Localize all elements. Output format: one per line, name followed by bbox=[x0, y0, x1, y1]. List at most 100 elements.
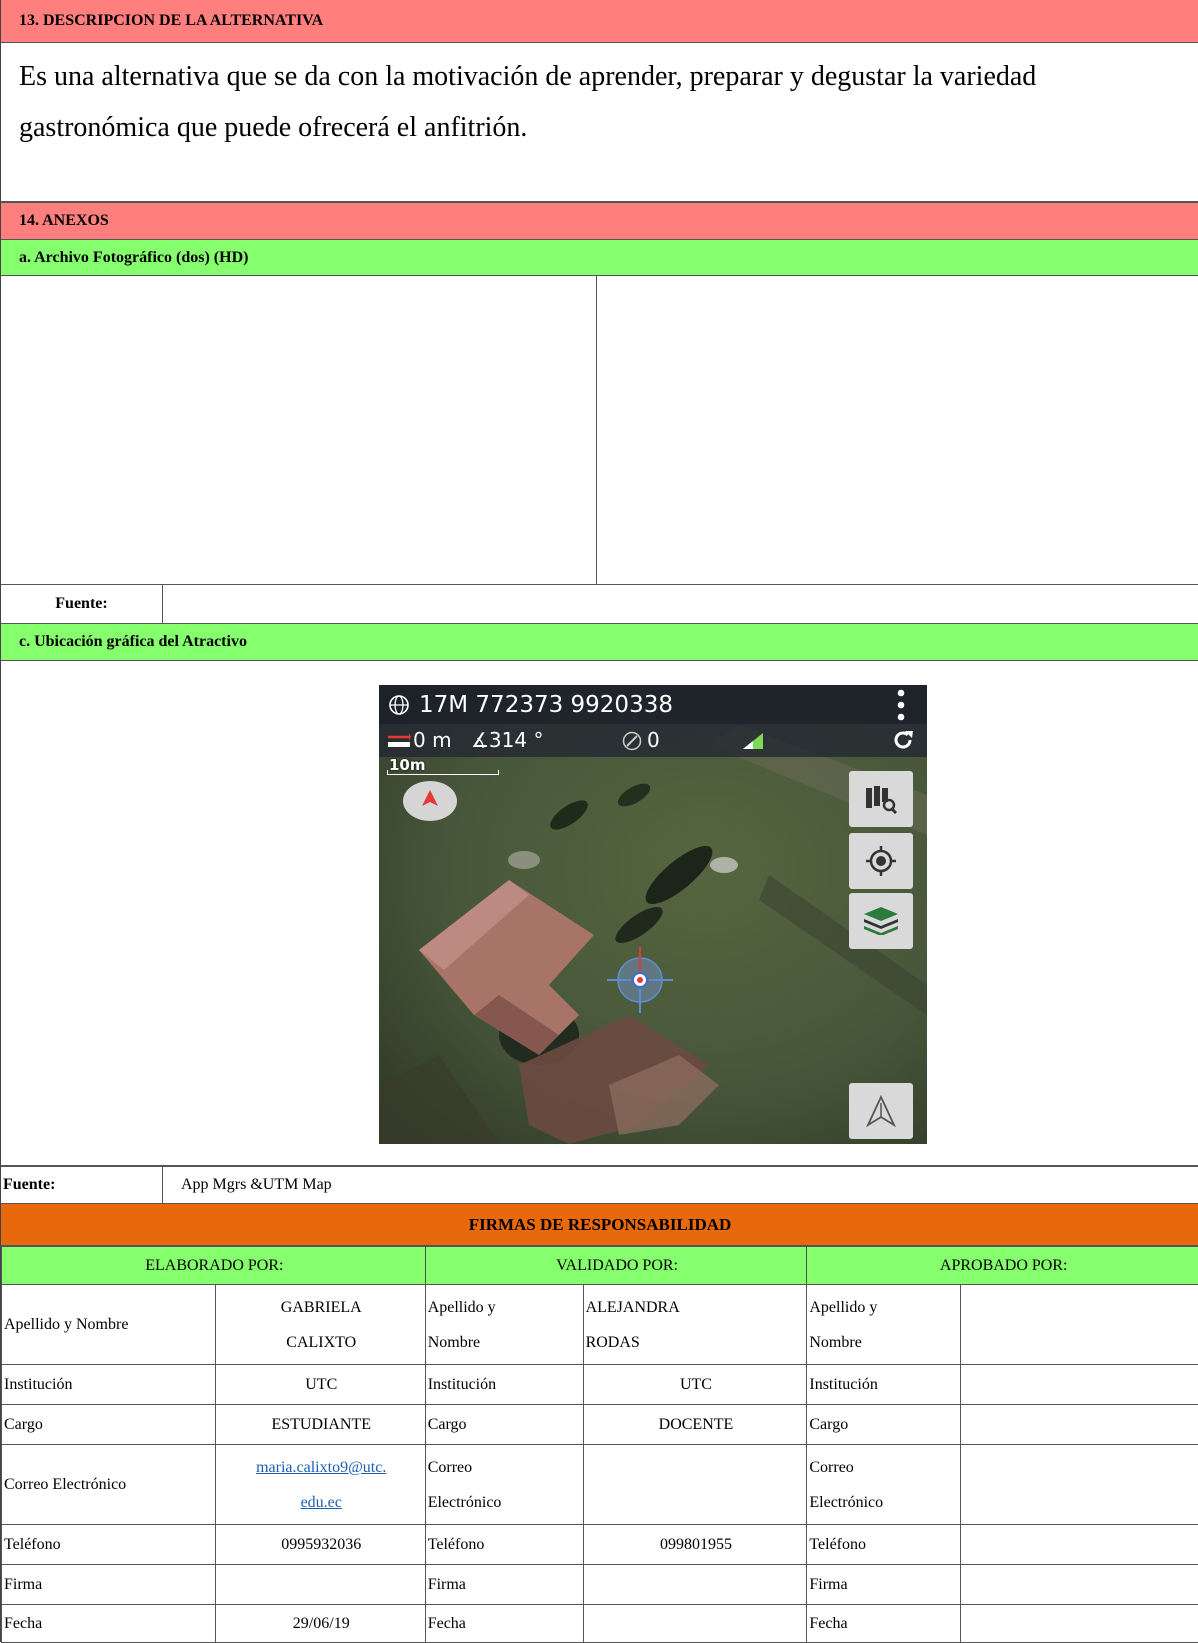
phone-label: Teléfono bbox=[807, 1525, 961, 1565]
signatures-column-headers: ELABORADO POR: VALIDADO POR: APROBADO PO… bbox=[2, 1247, 1198, 1285]
name-label: Apellido y Nombre bbox=[807, 1285, 961, 1365]
table-row: Institución UTC Institución UTC Instituc… bbox=[2, 1365, 1198, 1405]
email-label-line1: Correo bbox=[809, 1459, 853, 1476]
section-14-header: 14. ANEXOS bbox=[1, 202, 1198, 240]
elaborado-email[interactable]: maria.calixto9@utc. edu.ec bbox=[215, 1445, 425, 1525]
name-label: Apellido y Nombre bbox=[425, 1285, 583, 1365]
photo-source-row: Fuente: bbox=[1, 585, 1198, 624]
photo-archive-title: a. Archivo Fotográfico (dos) (HD) bbox=[19, 249, 248, 267]
aprobado-header: APROBADO POR: bbox=[807, 1247, 1198, 1285]
elaborado-name-line2: CALIXTO bbox=[286, 1334, 356, 1351]
email-label-line2: Electrónico bbox=[809, 1494, 883, 1511]
validado-name-line1: ALEJANDRA bbox=[586, 1299, 680, 1316]
validado-phone: 099801955 bbox=[583, 1525, 807, 1565]
layers-icon[interactable] bbox=[849, 893, 913, 949]
validado-name: ALEJANDRA RODAS bbox=[583, 1285, 807, 1365]
locate-icon[interactable] bbox=[849, 833, 913, 889]
table-row: Correo Electrónico maria.calixto9@utc. e… bbox=[2, 1445, 1198, 1525]
email-label: Correo Electrónico bbox=[425, 1445, 583, 1525]
institution-label: Institución bbox=[807, 1365, 961, 1405]
navigate-icon[interactable] bbox=[849, 1083, 913, 1139]
name-label: Apellido y Nombre bbox=[2, 1285, 216, 1365]
location-title: c. Ubicación gráfica del Atractivo bbox=[19, 633, 247, 651]
phone-label: Teléfono bbox=[2, 1525, 216, 1565]
map-scale: 10m bbox=[387, 759, 499, 775]
aprobado-date bbox=[961, 1605, 1198, 1643]
aprobado-signature bbox=[961, 1565, 1198, 1605]
table-row: Firma Firma Firma bbox=[2, 1565, 1198, 1605]
date-label: Fecha bbox=[807, 1605, 961, 1643]
location-source-row: Fuente: App Mgrs &UTM Map bbox=[1, 1166, 1198, 1204]
position-label: Cargo bbox=[425, 1405, 583, 1445]
institution-label: Institución bbox=[425, 1365, 583, 1405]
photo-slot-2 bbox=[597, 276, 1198, 584]
section-13-title: 13. DESCRIPCION DE LA ALTERNATIVA bbox=[19, 12, 323, 30]
table-row: Cargo ESTUDIANTE Cargo DOCENTE Cargo bbox=[2, 1405, 1198, 1445]
position-label: Cargo bbox=[2, 1405, 216, 1445]
compass-north-icon[interactable] bbox=[403, 781, 457, 821]
globe-icon[interactable] bbox=[385, 694, 413, 716]
location-header: c. Ubicación gráfica del Atractivo bbox=[1, 624, 1198, 661]
validado-name-line2: RODAS bbox=[586, 1334, 640, 1351]
institution-label: Institución bbox=[2, 1365, 216, 1405]
map-search-icon[interactable] bbox=[849, 771, 913, 827]
table-row: Teléfono 0995932036 Teléfono 099801955 T… bbox=[2, 1525, 1198, 1565]
map-distance: 0 m bbox=[413, 728, 452, 752]
map-screenshot: 17M 772373 9920338 0 m ∡314 ° 0 10 bbox=[379, 685, 927, 1144]
ruler-icon bbox=[387, 733, 411, 749]
elaborado-signature bbox=[215, 1565, 425, 1605]
validado-date bbox=[583, 1605, 807, 1643]
date-label: Fecha bbox=[425, 1605, 583, 1643]
date-label: Fecha bbox=[2, 1605, 216, 1643]
signatures-header: FIRMAS DE RESPONSABILIDAD bbox=[1, 1204, 1198, 1246]
photo-archive-header: a. Archivo Fotográfico (dos) (HD) bbox=[1, 240, 1198, 276]
validado-header: VALIDADO POR: bbox=[425, 1247, 807, 1285]
map-satellites: 0 bbox=[647, 728, 660, 752]
phone-label: Teléfono bbox=[425, 1525, 583, 1565]
elaborado-institution: UTC bbox=[215, 1365, 425, 1405]
signature-label: Firma bbox=[425, 1565, 583, 1605]
section-14-title: 14. ANEXOS bbox=[19, 212, 109, 230]
elaborado-phone: 0995932036 bbox=[215, 1525, 425, 1565]
validado-institution: UTC bbox=[583, 1365, 807, 1405]
name-label-line2: Nombre bbox=[809, 1334, 861, 1351]
map-status-bar: 0 m ∡314 ° 0 bbox=[379, 724, 927, 757]
validado-signature bbox=[583, 1565, 807, 1605]
photo-row bbox=[1, 276, 1198, 585]
signature-label: Firma bbox=[807, 1565, 961, 1605]
table-row: Fecha 29/06/19 Fecha Fecha bbox=[2, 1605, 1198, 1643]
signal-icon bbox=[743, 733, 763, 749]
table-row: Apellido y Nombre GABRIELA CALIXTO Apell… bbox=[2, 1285, 1198, 1365]
elaborado-header: ELABORADO POR: bbox=[2, 1247, 426, 1285]
aprobado-email bbox=[961, 1445, 1198, 1525]
aprobado-institution bbox=[961, 1365, 1198, 1405]
elaborado-name-line1: GABRIELA bbox=[281, 1299, 362, 1316]
crosshair-icon bbox=[605, 945, 675, 1015]
validado-email bbox=[583, 1445, 807, 1525]
location-source-value: App Mgrs &UTM Map bbox=[181, 1167, 332, 1203]
elaborado-position: ESTUDIANTE bbox=[215, 1405, 425, 1445]
email-label: Correo Electrónico bbox=[807, 1445, 961, 1525]
email-label: Correo Electrónico bbox=[2, 1445, 216, 1525]
email-link-line1[interactable]: maria.calixto9@utc. bbox=[256, 1459, 386, 1476]
photo-source-label: Fuente: bbox=[1, 585, 163, 623]
email-label-line2: Electrónico bbox=[428, 1494, 502, 1511]
elaborado-name: GABRIELA CALIXTO bbox=[215, 1285, 425, 1365]
name-label-line2: Nombre bbox=[428, 1334, 480, 1351]
document: 13. DESCRIPCION DE LA ALTERNATIVA Es una… bbox=[0, 0, 1198, 1642]
map-angle: ∡314 ° bbox=[471, 728, 543, 752]
signatures-title: FIRMAS DE RESPONSABILIDAD bbox=[469, 1215, 732, 1235]
validado-position: DOCENTE bbox=[583, 1405, 807, 1445]
map-coordinates: 17M 772373 9920338 bbox=[419, 692, 673, 718]
location-source-label: Fuente: bbox=[1, 1167, 163, 1203]
section-13-description: Es una alternativa que se da con la moti… bbox=[1, 43, 1198, 202]
name-label-line1: Apellido y bbox=[809, 1299, 877, 1316]
aprobado-phone bbox=[961, 1525, 1198, 1565]
refresh-icon[interactable] bbox=[891, 728, 915, 752]
aprobado-name bbox=[961, 1285, 1198, 1365]
menu-dots-icon[interactable] bbox=[897, 688, 905, 722]
section-13-header: 13. DESCRIPCION DE LA ALTERNATIVA bbox=[1, 0, 1198, 43]
compass-icon bbox=[621, 730, 643, 752]
email-link-line2[interactable]: edu.ec bbox=[301, 1494, 342, 1511]
email-label-line1: Correo bbox=[428, 1459, 472, 1476]
